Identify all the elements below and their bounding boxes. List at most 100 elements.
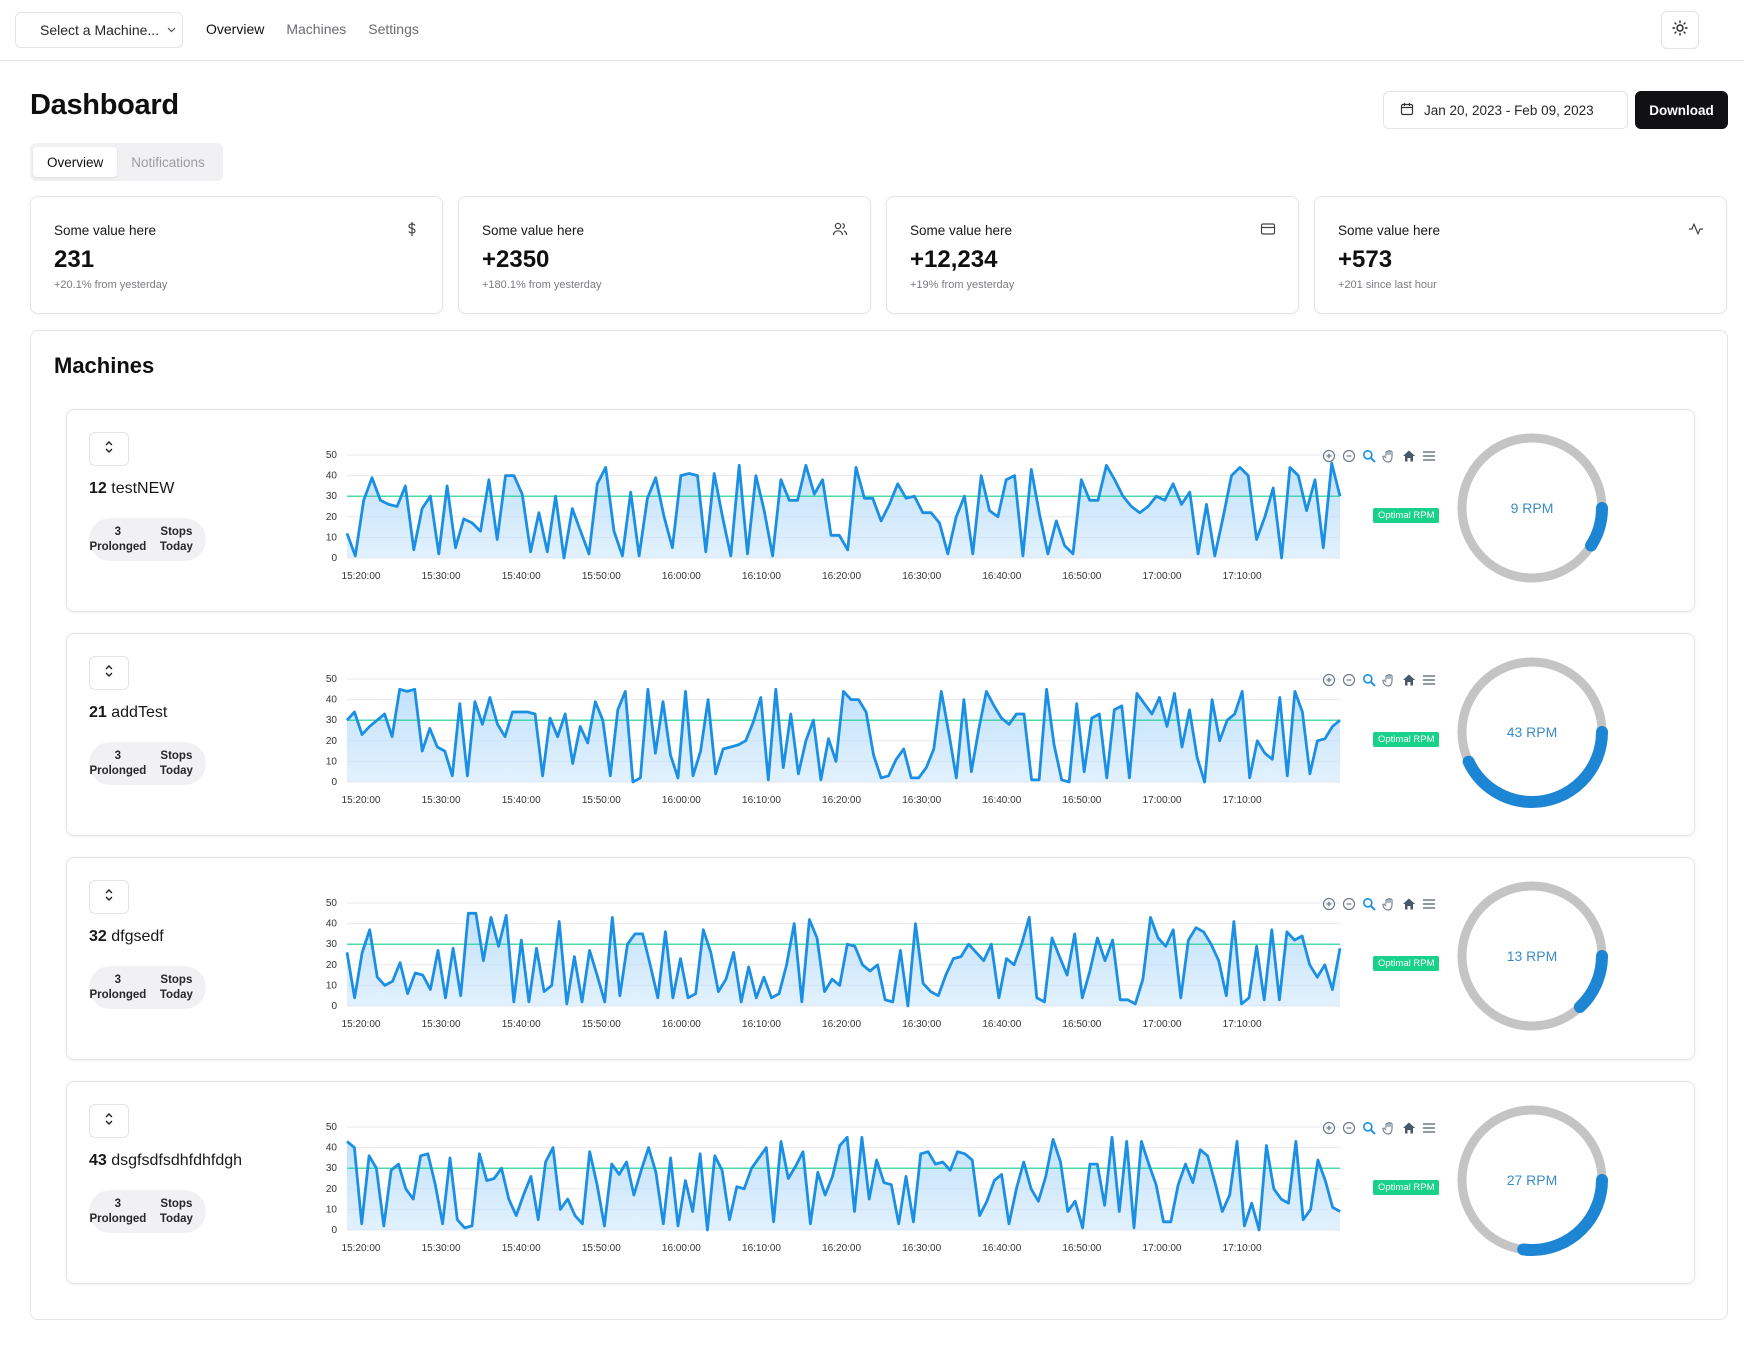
calendar-icon: [1400, 102, 1414, 119]
stat-label: Some value here: [910, 223, 1013, 238]
menu-icon[interactable]: [1421, 672, 1436, 687]
tab-overview[interactable]: Overview: [33, 147, 118, 177]
chart-toolbar: [1321, 672, 1436, 687]
rpm-area-fill: [347, 1137, 1340, 1230]
x-tick-label: 16:00:00: [662, 1243, 701, 1254]
nav-machines[interactable]: Machines: [286, 21, 346, 37]
rpm-chart[interactable]: 50 40 30 20 10 0 15:20:00 15:30:00 15:40:00 15:50…: [287, 1102, 1440, 1272]
pan-hand-icon[interactable]: [1381, 672, 1396, 687]
y-tick-label: 50: [326, 450, 338, 461]
rpm-chart-svg: 50 40 30 20 10 0 15:20:00 15:30:00 15:40:00 15:50…: [326, 898, 1342, 1030]
download-button[interactable]: Download: [1635, 91, 1728, 129]
x-tick-label: 15:20:00: [342, 1243, 381, 1254]
x-tick-label: 15:30:00: [422, 1243, 461, 1254]
optimal-rpm-label: Optimal RPM: [1373, 956, 1440, 971]
zoom-in-icon[interactable]: [1321, 448, 1336, 463]
gauge-rpm-label: 13 RPM: [1507, 948, 1558, 964]
menu-icon[interactable]: [1421, 1120, 1436, 1135]
sort-button[interactable]: [89, 656, 129, 690]
home-icon[interactable]: [1401, 672, 1416, 687]
prolonged-stops-badge: 3 Prolonged Stops Today: [89, 1190, 206, 1233]
machine-card: 43 dsgfsdfsdhfdhfdgh 3 Prolonged Stops Tod…: [66, 1081, 1695, 1284]
zoom-out-icon[interactable]: [1341, 1120, 1356, 1135]
top-navigation-bar: Select a Machine... Overview Machines Se…: [0, 0, 1744, 61]
stat-value: +12,234: [910, 246, 998, 273]
menu-icon[interactable]: [1421, 448, 1436, 463]
machine-card: 32 dfgsedf 3 Prolonged Stops Today 50 40 30 20…: [66, 857, 1695, 1060]
stat-label: Some value here: [54, 223, 157, 238]
stops-badge-line2: Stops Today: [159, 974, 193, 1001]
rpm-gauge: 13 RPM: [1456, 880, 1608, 1032]
machine-select-dropdown[interactable]: Select a Machine...: [15, 12, 183, 48]
x-tick-label: 16:10:00: [742, 795, 781, 806]
stat-label: Some value here: [482, 223, 585, 238]
home-icon[interactable]: [1401, 448, 1416, 463]
stat-value: 231: [54, 246, 95, 273]
x-tick-label: 15:50:00: [582, 1019, 621, 1030]
x-tick-label: 16:10:00: [742, 1243, 781, 1254]
magnifier-icon[interactable]: [1361, 896, 1376, 911]
y-tick-label: 50: [326, 674, 338, 685]
tab-notifications[interactable]: Notifications: [117, 147, 219, 177]
x-tick-label: 16:50:00: [1062, 1019, 1101, 1030]
home-icon[interactable]: [1401, 1120, 1416, 1135]
date-range-picker[interactable]: Jan 20, 2023 - Feb 09, 2023: [1383, 91, 1628, 129]
zoom-in-icon[interactable]: [1321, 896, 1336, 911]
x-tick-label: 15:50:00: [582, 571, 621, 582]
pan-hand-icon[interactable]: [1381, 896, 1396, 911]
nav-overview[interactable]: Overview: [206, 21, 264, 37]
y-tick-label: 0: [331, 553, 337, 564]
machine-name: 12 testNEW: [89, 480, 174, 498]
y-tick-label: 40: [326, 919, 338, 930]
y-tick-label: 10: [326, 532, 338, 543]
rpm-chart[interactable]: 50 40 30 20 10 0 15:20:00 15:30:00 15:40:00 15:50…: [287, 654, 1440, 824]
chevrons-up-down-icon: [103, 888, 115, 907]
x-tick-label: 16:50:00: [1062, 571, 1101, 582]
users-icon: [832, 221, 848, 237]
sort-button[interactable]: [89, 1104, 129, 1138]
rpm-chart[interactable]: 50 40 30 20 10 0 15:20:00 15:30:00 15:40:00 15:50…: [287, 878, 1440, 1048]
y-tick-label: 40: [326, 695, 338, 706]
prolonged-stops-badge: 3 Prolonged Stops Today: [89, 966, 206, 1009]
x-tick-label: 15:30:00: [422, 795, 461, 806]
zoom-out-icon[interactable]: [1341, 896, 1356, 911]
menu-icon[interactable]: [1421, 896, 1436, 911]
x-tick-label: 17:10:00: [1223, 571, 1262, 582]
y-tick-label: 10: [326, 1204, 338, 1215]
pan-hand-icon[interactable]: [1381, 448, 1396, 463]
stops-badge-line1: 3 Prolonged: [89, 974, 147, 1001]
rpm-chart[interactable]: 50 40 30 20 10 0 15:20:00 15:30:00 15:40:00 15:50…: [287, 430, 1440, 600]
x-tick-label: 15:40:00: [502, 1019, 541, 1030]
sun-icon: [1672, 19, 1688, 41]
zoom-out-icon[interactable]: [1341, 672, 1356, 687]
stat-card: Some value here +2350 +180.1% from yeste…: [458, 196, 871, 314]
x-tick-label: 15:40:00: [502, 1243, 541, 1254]
x-tick-label: 16:40:00: [982, 1243, 1021, 1254]
sort-button[interactable]: [89, 432, 129, 466]
chevrons-up-down-icon: [103, 1112, 115, 1131]
x-tick-label: 16:10:00: [742, 1019, 781, 1030]
chevron-down-icon: [167, 25, 176, 35]
activity-icon: [1688, 221, 1704, 237]
stops-badge-line2: Stops Today: [159, 1198, 193, 1225]
zoom-out-icon[interactable]: [1341, 448, 1356, 463]
magnifier-icon[interactable]: [1361, 1120, 1376, 1135]
nav-settings[interactable]: Settings: [368, 21, 419, 37]
theme-toggle-button[interactable]: [1661, 11, 1699, 49]
rpm-chart-svg: 50 40 30 20 10 0 15:20:00 15:30:00 15:40:00 15:50…: [326, 1122, 1341, 1254]
magnifier-icon[interactable]: [1361, 448, 1376, 463]
sort-button[interactable]: [89, 880, 129, 914]
x-tick-label: 15:20:00: [342, 571, 381, 582]
y-tick-label: 10: [326, 980, 338, 991]
x-tick-label: 16:00:00: [662, 1019, 701, 1030]
home-icon[interactable]: [1401, 896, 1416, 911]
chart-toolbar: [1321, 1120, 1436, 1135]
zoom-in-icon[interactable]: [1321, 672, 1336, 687]
prolonged-stops-badge: 3 Prolonged Stops Today: [89, 518, 206, 561]
y-tick-label: 30: [326, 715, 338, 726]
zoom-in-icon[interactable]: [1321, 1120, 1336, 1135]
x-tick-label: 16:40:00: [982, 795, 1021, 806]
stops-badge-line1: 3 Prolonged: [89, 750, 147, 777]
pan-hand-icon[interactable]: [1381, 1120, 1396, 1135]
magnifier-icon[interactable]: [1361, 672, 1376, 687]
